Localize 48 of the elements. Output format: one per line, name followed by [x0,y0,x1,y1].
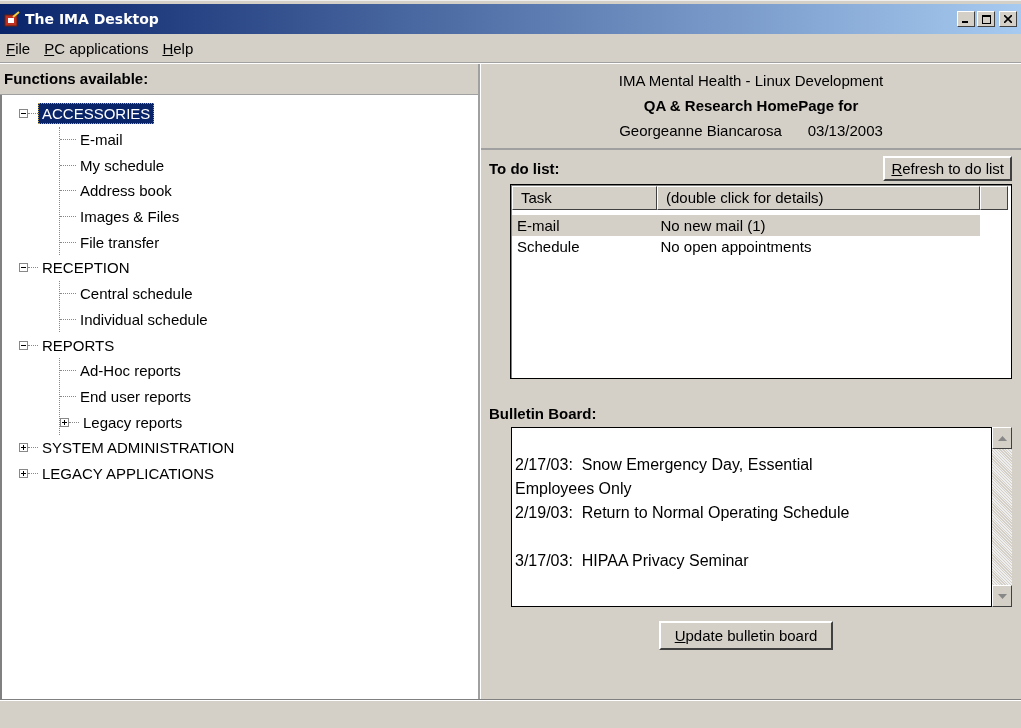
app-icon [4,11,20,27]
tree-item[interactable]: ACCESSORIES [38,103,155,125]
expander-icon[interactable] [19,443,28,453]
tree-item[interactable]: File transfer [76,231,164,253]
details-cell-text: No open appointments [660,238,813,255]
tree-item[interactable]: E-mail [76,129,127,151]
header-text: IMA Mental Health - Linux Development [618,71,884,91]
update-button[interactable]: Update bulletin board [658,621,834,650]
tree-item[interactable]: Individual schedule [76,308,212,330]
menu-item[interactable]: File [6,39,31,57]
refresh-button[interactable]: Refresh to do list [883,156,1012,181]
bulletin-text: 2/17/03: Snow Emergency Day, Essential Employees Only 2/19/03: Return to Normal Operating Schedule 3/17/03: HIPAA Privacy Seminar [511,427,992,607]
details-cell-text: No new mail (1) [660,217,767,234]
menu-item[interactable]: Help [162,39,194,57]
tree-item[interactable]: SYSTEM ADMINISTRATION [38,437,239,459]
tree-item[interactable]: Legacy reports [79,411,187,433]
expander-icon[interactable] [19,468,28,478]
tree-item[interactable]: Address book [76,180,176,202]
section-heading: Bulletin Board: [488,404,598,424]
table-row[interactable]: Schedule No open appointments [512,236,980,257]
tree-item[interactable]: End user reports [76,385,195,407]
expander-icon[interactable] [19,263,28,273]
tree-item[interactable]: LEGACY APPLICATIONS [38,462,218,484]
tree-item[interactable]: Ad-Hoc reports [76,360,185,382]
expander-icon[interactable] [60,417,69,427]
tree-item[interactable]: RECEPTION [38,257,134,279]
maximize-icon [981,14,991,24]
window-title: The IMA Desktop [25,11,159,27]
column-header[interactable]: Task [512,186,657,210]
tree-item[interactable]: My schedule [76,154,169,176]
menu-item[interactable]: PC applications [44,39,149,57]
date-text: 03/13/2003 [807,121,883,141]
expander-icon[interactable] [19,109,28,119]
tree-item[interactable]: Central schedule [76,283,197,305]
task-cell-text: E-mail [516,217,561,234]
header-text: QA & Research HomePage for [643,96,859,116]
tree-item[interactable]: Images & Files [76,206,184,228]
tree-item[interactable]: REPORTS [38,334,119,356]
task-cell-text: Schedule [516,238,581,255]
column-header[interactable]: (double click for details) [657,186,980,210]
user-name: Georgeanne Biancarosa [619,121,782,141]
minimize-button[interactable] [957,11,975,27]
close-icon [1004,15,1012,23]
expander-icon[interactable] [19,340,28,350]
section-heading: To do list: [489,160,560,177]
maximize-button[interactable] [977,11,995,27]
close-button[interactable] [999,11,1017,27]
table-row[interactable]: E-mail No new mail (1) [512,215,980,236]
